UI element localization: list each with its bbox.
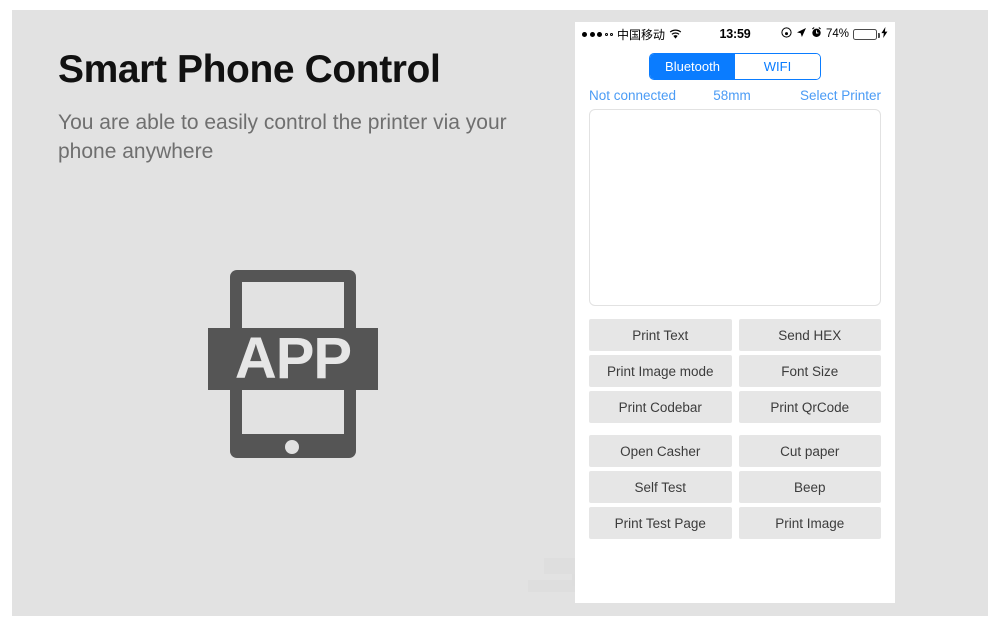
page-title: Smart Phone Control (58, 48, 441, 91)
print-qrcode-button[interactable]: Print QrCode (738, 391, 881, 423)
segmented-control[interactable]: Bluetooth WIFI (649, 53, 821, 80)
promo-text-block: Smart Phone Control You are able to easi… (58, 48, 558, 167)
send-hex-button[interactable]: Send HEX (738, 319, 881, 351)
print-codebar-button[interactable]: Print Codebar (589, 391, 732, 423)
battery-icon (853, 28, 880, 40)
print-test-page-button[interactable]: Print Test Page (589, 507, 732, 539)
print-actions-group: Print Text Send HEX Print Image mode Fon… (589, 319, 881, 423)
font-size-button[interactable]: Font Size (738, 355, 881, 387)
self-test-button[interactable]: Self Test (589, 471, 732, 503)
print-text-input[interactable] (589, 109, 881, 306)
tablet-screen-bottom (242, 386, 344, 434)
connection-mode-switcher: Bluetooth WIFI (575, 46, 895, 86)
paper-width-label: 58mm (713, 88, 751, 103)
tablet-app-icon: APP (208, 270, 378, 458)
connection-status-label: Not connected (589, 88, 677, 103)
app-label-band: APP (208, 328, 378, 390)
page-subtitle: You are able to easily control the print… (58, 110, 507, 164)
screenshot-root: Smart Phone Control You are able to easi… (0, 0, 1000, 625)
cut-paper-button[interactable]: Cut paper (738, 435, 881, 467)
open-casher-button[interactable]: Open Casher (589, 435, 732, 467)
device-actions-group: Open Casher Cut paper Self Test Beep Pri… (589, 435, 881, 539)
tablet-home-button-icon (285, 440, 299, 454)
select-printer-button[interactable]: Select Printer (800, 88, 881, 103)
tab-wifi[interactable]: WIFI (735, 54, 820, 79)
status-bar: 中国移动 13:59 74% (575, 22, 895, 46)
status-bar-clock: 13:59 (719, 27, 751, 41)
print-text-button[interactable]: Print Text (589, 319, 732, 351)
printer-info-row: Not connected 58mm Select Printer (575, 86, 895, 109)
tab-bluetooth[interactable]: Bluetooth (650, 54, 735, 79)
app-label-text: APP (234, 326, 352, 391)
print-image-button[interactable]: Print Image (738, 507, 881, 539)
print-image-mode-button[interactable]: Print Image mode (589, 355, 732, 387)
phone-app-panel: 中国移动 13:59 74% Bluetooth WIFI Not connec… (575, 22, 895, 603)
beep-button[interactable]: Beep (738, 471, 881, 503)
